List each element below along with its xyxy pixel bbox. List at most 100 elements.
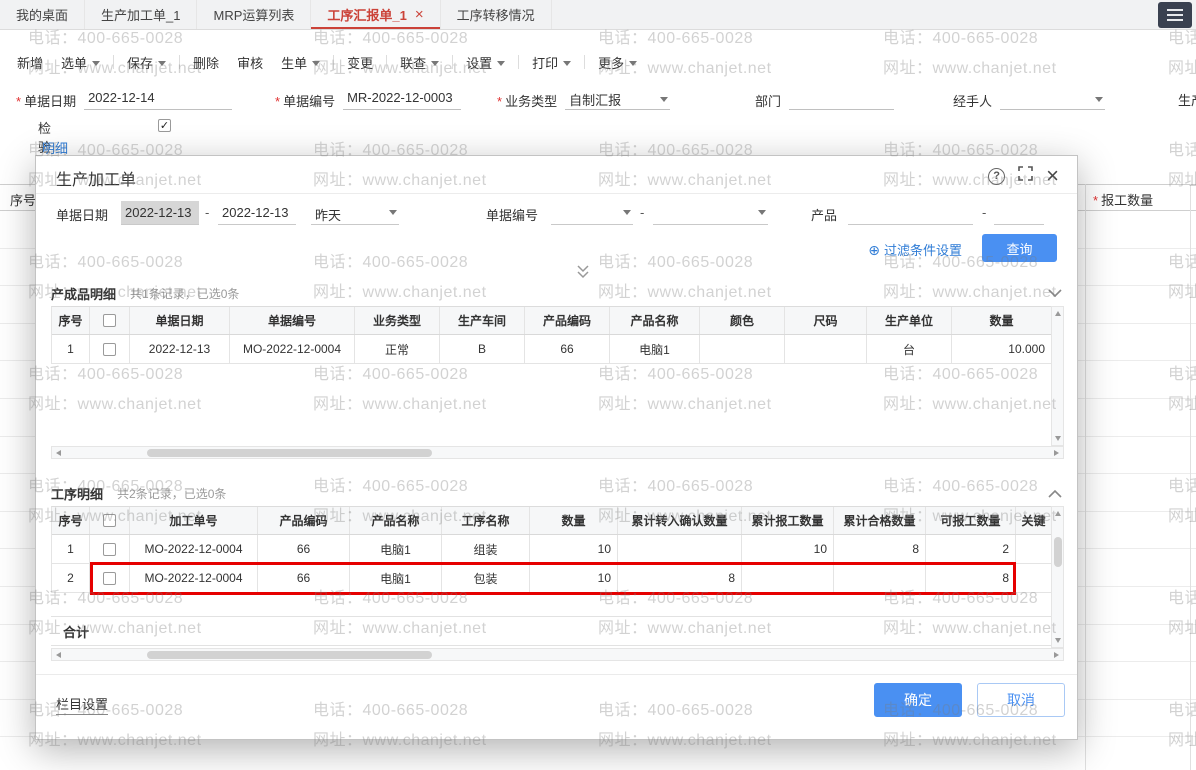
toolbar-联查[interactable]: 联查 bbox=[391, 49, 448, 76]
toolbar-divider bbox=[179, 55, 180, 69]
date-from-input[interactable]: 2022-12-13 bbox=[121, 201, 199, 225]
tab-工序转移情况[interactable]: 工序转移情况 bbox=[441, 0, 552, 29]
product-from-input[interactable] bbox=[848, 201, 973, 225]
tab-close-icon[interactable]: × bbox=[415, 7, 424, 22]
query-button[interactable]: 查询 bbox=[982, 234, 1057, 262]
column-header[interactable]: 产品名称 bbox=[610, 307, 700, 334]
scroll-up-arrow[interactable] bbox=[1055, 311, 1061, 316]
toolbar-新增[interactable]: 新增 bbox=[8, 49, 52, 76]
column-header[interactable]: 生产单位 bbox=[867, 307, 952, 334]
toolbar-审核[interactable]: 审核 bbox=[228, 49, 272, 76]
confirm-button[interactable]: 确定 bbox=[874, 683, 962, 717]
table-row[interactable]: 2MO-2022-12-000466电脑1包装1088 bbox=[52, 564, 1051, 593]
column-header[interactable]: 产品名称 bbox=[350, 507, 442, 534]
app-menu-button[interactable] bbox=[1158, 2, 1192, 28]
biz-type-select[interactable]: 自制汇报 bbox=[565, 90, 670, 110]
date-preset-select[interactable]: 昨天 bbox=[311, 201, 399, 225]
cell: 1 bbox=[52, 335, 90, 363]
toolbar-选单[interactable]: 选单 bbox=[52, 49, 109, 76]
column-header[interactable]: 尺码 bbox=[785, 307, 867, 334]
cell: 8 bbox=[834, 535, 926, 563]
scroll-right-arrow[interactable] bbox=[1054, 652, 1059, 658]
toolbar-删除[interactable]: 删除 bbox=[184, 49, 228, 76]
scrollbar-thumb[interactable] bbox=[147, 651, 432, 659]
scroll-right-arrow[interactable] bbox=[1054, 450, 1059, 456]
cell: 2 bbox=[926, 535, 1016, 563]
scrollbar-thumb[interactable] bbox=[1054, 537, 1062, 567]
plus-circle-icon: ⊕ bbox=[868, 242, 880, 258]
column-header[interactable]: 单据日期 bbox=[130, 307, 230, 334]
toolbar-变更[interactable]: 变更 bbox=[338, 49, 382, 76]
column-header[interactable]: 序号 bbox=[52, 507, 90, 534]
row-checkbox[interactable] bbox=[103, 572, 116, 585]
vertical-scrollbar[interactable] bbox=[1051, 506, 1064, 648]
filter-settings-link[interactable]: ⊕过滤条件设置 bbox=[868, 240, 962, 259]
column-header[interactable]: 关键 bbox=[1016, 507, 1052, 534]
scrollbar-thumb[interactable] bbox=[147, 449, 432, 457]
tab-工序汇报单_1[interactable]: 工序汇报单_1× bbox=[311, 0, 440, 29]
column-header[interactable]: 产品编码 bbox=[525, 307, 610, 334]
column-header[interactable]: 可报工数量 bbox=[926, 507, 1016, 534]
tab-我的桌面[interactable]: 我的桌面 bbox=[0, 0, 85, 29]
horizontal-scrollbar[interactable] bbox=[51, 648, 1064, 661]
column-header[interactable]: 累计转入确认数量 bbox=[618, 507, 742, 534]
product-to-input[interactable] bbox=[994, 201, 1044, 225]
row-checkbox[interactable] bbox=[103, 343, 116, 356]
table-row[interactable]: 12022-12-13MO-2022-12-0004正常B66电脑1台10.00… bbox=[52, 335, 1051, 364]
checkbox-cell bbox=[90, 535, 130, 563]
toolbar-设置[interactable]: 设置 bbox=[457, 49, 514, 76]
scroll-down-arrow[interactable] bbox=[1055, 436, 1061, 441]
select-all-checkbox[interactable] bbox=[103, 314, 116, 327]
table-row[interactable]: 1MO-2022-12-000466电脑1组装101082 bbox=[52, 535, 1051, 564]
tab-MRP运算列表[interactable]: MRP运算列表 bbox=[197, 0, 311, 29]
scroll-left-arrow[interactable] bbox=[56, 652, 61, 658]
cancel-button[interactable]: 取消 bbox=[977, 683, 1065, 717]
date-to-input[interactable]: 2022-12-13 bbox=[218, 201, 296, 225]
column-header[interactable]: 工序名称 bbox=[442, 507, 530, 534]
column-header[interactable]: 累计报工数量 bbox=[742, 507, 834, 534]
select-all-checkbox[interactable] bbox=[103, 514, 116, 527]
column-settings-link[interactable]: 栏目设置 bbox=[56, 694, 108, 715]
department-input[interactable] bbox=[789, 90, 894, 110]
column-header[interactable]: 单据编号 bbox=[230, 307, 355, 334]
handler-select[interactable] bbox=[1000, 90, 1105, 110]
vertical-scrollbar[interactable] bbox=[1051, 306, 1064, 446]
tab-生产加工单_1[interactable]: 生产加工单_1 bbox=[85, 0, 197, 29]
column-header[interactable]: 加工单号 bbox=[130, 507, 258, 534]
help-icon[interactable]: ? bbox=[988, 168, 1005, 185]
toolbar-保存[interactable]: 保存 bbox=[118, 49, 175, 76]
auto-inspect-checkbox[interactable]: ✓ bbox=[158, 119, 171, 132]
total-label: 合计 bbox=[63, 622, 89, 641]
toolbar-生单[interactable]: 生单 bbox=[272, 49, 329, 76]
scroll-up-arrow[interactable] bbox=[1055, 511, 1061, 516]
row-checkbox[interactable] bbox=[103, 543, 116, 556]
scroll-left-arrow[interactable] bbox=[56, 450, 61, 456]
column-header[interactable]: 颜色 bbox=[700, 307, 785, 334]
header-form: *单据日期2022-12-14 *单据编号MR-2022-12-0003 *业务… bbox=[0, 84, 1196, 118]
doc-no-field: *单据编号MR-2022-12-0003 bbox=[275, 90, 461, 110]
column-header[interactable]: 生产车间 bbox=[440, 307, 525, 334]
doc-date-input[interactable]: 2022-12-14 bbox=[84, 90, 232, 110]
cell: 10 bbox=[530, 535, 618, 563]
column-header[interactable]: 数量 bbox=[952, 307, 1052, 334]
column-header[interactable]: 数量 bbox=[530, 507, 618, 534]
collapse-products-chevron[interactable] bbox=[1048, 289, 1062, 298]
column-header[interactable]: 序号 bbox=[52, 307, 90, 334]
toolbar-打印[interactable]: 打印 bbox=[523, 49, 580, 76]
close-icon[interactable]: × bbox=[1046, 168, 1059, 184]
column-header[interactable]: 业务类型 bbox=[355, 307, 440, 334]
order-to-select[interactable] bbox=[653, 201, 768, 225]
date-separator: - bbox=[205, 205, 209, 220]
collapse-processes-chevron[interactable] bbox=[1048, 489, 1062, 498]
doc-no-input[interactable]: MR-2022-12-0003 bbox=[343, 90, 461, 110]
scroll-down-arrow[interactable] bbox=[1055, 638, 1061, 643]
toolbar-更多[interactable]: 更多 bbox=[589, 49, 646, 76]
toolbar-divider bbox=[113, 55, 114, 69]
toolbar: 新增选单保存删除审核生单变更联查设置打印更多 bbox=[0, 30, 1196, 80]
column-header[interactable]: 累计合格数量 bbox=[834, 507, 926, 534]
horizontal-scrollbar[interactable] bbox=[51, 446, 1064, 459]
chevron-down-icon bbox=[1095, 97, 1103, 102]
expand-icon[interactable] bbox=[1018, 166, 1033, 186]
order-from-select[interactable] bbox=[551, 201, 633, 225]
column-header[interactable]: 产品编码 bbox=[258, 507, 350, 534]
